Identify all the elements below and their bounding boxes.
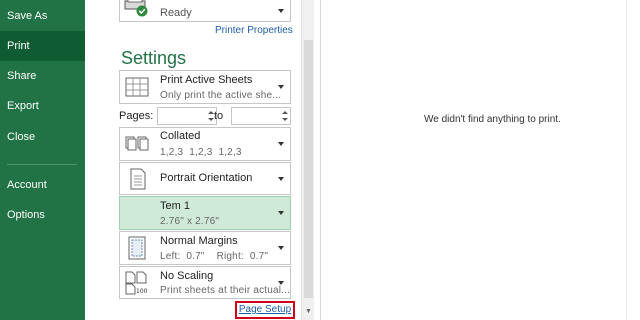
pages-from-stepper[interactable]	[157, 107, 217, 125]
margins-icon	[128, 236, 146, 260]
print-what-desc: Only print the active she...	[160, 90, 282, 101]
printer-dropdown[interactable]: Ready	[119, 0, 291, 22]
panel-divider	[320, 0, 321, 320]
collated-pages-icon	[125, 136, 149, 151]
nav-share[interactable]: Share	[0, 61, 85, 91]
nav-options[interactable]: Options	[0, 200, 85, 230]
paper-size-dropdown[interactable]: Tem 1 2.76" x 2.76"	[119, 196, 291, 230]
scroll-down-icon[interactable]: ▼	[304, 307, 313, 316]
nav-close[interactable]: Close	[0, 122, 85, 152]
print-what-label: Print Active Sheets	[160, 74, 253, 86]
collation-dropdown[interactable]: Collated 1,2,3 1,2,3 1,2,3	[119, 127, 291, 161]
printer-status: Ready	[160, 7, 192, 19]
printer-properties-link[interactable]: Printer Properties	[215, 25, 293, 36]
paper-size-dims: 2.76" x 2.76"	[160, 216, 220, 227]
backstage-nav: Save As Print Share Export Close Account…	[0, 0, 85, 320]
chevron-down-icon	[278, 176, 284, 181]
nav-account[interactable]: Account	[0, 170, 85, 200]
nav-save-as[interactable]: Save As	[0, 1, 85, 31]
margins-label: Normal Margins	[160, 235, 238, 247]
collation-desc: 1,2,3 1,2,3 1,2,3	[160, 147, 242, 158]
pages-label: Pages:	[119, 110, 154, 122]
nav-export[interactable]: Export	[0, 91, 85, 121]
scaling-icon: 100	[125, 271, 148, 295]
collation-label: Collated	[160, 130, 201, 142]
chevron-down-icon	[278, 85, 284, 89]
margins-dropdown[interactable]: Normal Margins Left: 0.7" Right: 0.7"	[119, 231, 291, 265]
svg-text:100: 100	[136, 288, 148, 295]
orientation-dropdown[interactable]: Portrait Orientation	[119, 162, 291, 195]
chevron-down-icon	[278, 211, 284, 215]
scaling-label: No Scaling	[160, 270, 214, 282]
scaling-desc: Print sheets at their actual...	[160, 285, 291, 296]
printer-icon	[124, 0, 148, 17]
preview-empty-message: We didn't find anything to print.	[424, 114, 561, 125]
pages-to-stepper[interactable]	[231, 107, 291, 125]
chevron-down-icon	[278, 9, 284, 13]
preview-scroll-edge	[626, 0, 640, 320]
nav-divider	[7, 164, 77, 165]
settings-heading: Settings	[121, 48, 187, 68]
nav-print[interactable]: Print	[0, 31, 85, 61]
chevron-down-icon	[278, 142, 284, 146]
pages-to-input[interactable]	[232, 108, 280, 124]
orientation-label: Portrait Orientation	[160, 172, 253, 184]
sheet-grid-icon	[125, 77, 149, 97]
scroll-thumb[interactable]	[304, 40, 313, 298]
scaling-dropdown[interactable]: 100 No Scaling Print sheets at their act…	[119, 266, 291, 299]
settings-scrollbar[interactable]: ▼	[301, 0, 314, 320]
spin-up-icon[interactable]	[282, 111, 288, 114]
print-what-dropdown[interactable]: Print Active Sheets Only print the activ…	[119, 70, 291, 104]
pages-to-label: to	[214, 110, 224, 122]
chevron-down-icon	[278, 246, 284, 250]
spin-down-icon[interactable]	[282, 118, 288, 121]
margins-desc: Left: 0.7" Right: 0.7"	[160, 251, 269, 262]
paper-size-label: Tem 1	[160, 200, 190, 212]
pages-range: Pages: to	[119, 107, 299, 125]
page-setup-link[interactable]: Page Setup	[235, 301, 295, 319]
chevron-down-icon	[278, 280, 284, 285]
pages-from-input[interactable]	[158, 108, 206, 124]
portrait-page-icon	[130, 168, 146, 189]
